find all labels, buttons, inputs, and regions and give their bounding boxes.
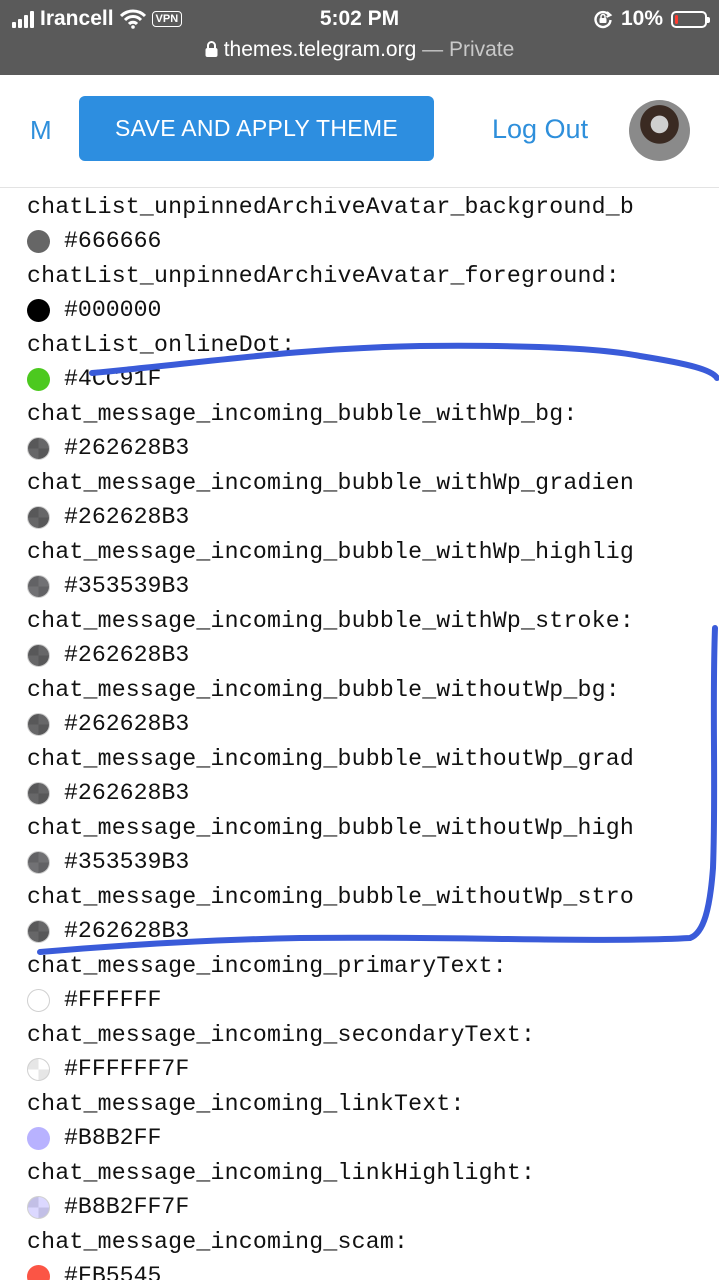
color-entry[interactable]: chat_message_incoming_primaryText: #FFFFF… — [27, 947, 719, 1016]
color-swatch[interactable] — [27, 505, 50, 529]
app-header: M SAVE AND APPLY THEME Log Out — [0, 75, 719, 188]
status-right: 10% — [593, 7, 710, 31]
color-key-label: chatList_unpinnedArchiveAvatar_foregroun… — [27, 263, 620, 289]
color-entry[interactable]: chat_message_incoming_bubble_withoutWp_b… — [27, 671, 719, 740]
browser-top-bar: Irancell VPN 5:02 PM 10% themes.telegram… — [0, 0, 719, 75]
color-value[interactable]: #4CC91F — [27, 366, 161, 392]
color-hex-value: #262628B3 — [64, 918, 190, 944]
lock-icon — [205, 41, 218, 57]
battery-icon — [671, 10, 710, 28]
brand-link[interactable]: M — [30, 115, 52, 146]
color-hex-value: #353539B3 — [64, 573, 190, 599]
color-swatch[interactable] — [27, 229, 50, 253]
color-key-label: chat_message_incoming_bubble_withoutWp_h… — [27, 815, 634, 841]
color-swatch[interactable] — [27, 436, 50, 460]
color-value[interactable]: #B8B2FF — [27, 1125, 161, 1151]
battery-level — [675, 14, 678, 24]
color-entry[interactable]: chat_message_incoming_bubble_withWp_grad… — [27, 464, 719, 533]
color-entry[interactable]: chat_message_incoming_linkHighlight: #B8B… — [27, 1154, 719, 1223]
color-hex-value: #FB5545 — [64, 1263, 162, 1280]
color-hex-value: #262628B3 — [64, 642, 190, 668]
color-value[interactable]: #FFFFFF7F — [27, 1056, 189, 1082]
color-value[interactable]: #353539B3 — [27, 849, 189, 875]
color-value[interactable]: #262628B3 — [27, 642, 189, 668]
color-key-label: chat_message_incoming_bubble_withoutWp_b… — [27, 677, 620, 703]
color-entry[interactable]: chat_message_incoming_bubble_withWp_bg: #… — [27, 395, 719, 464]
color-key-label: chatList_unpinnedArchiveAvatar_backgroun… — [27, 194, 634, 220]
color-swatch[interactable] — [27, 574, 50, 598]
color-entry[interactable]: chat_message_incoming_bubble_withWp_high… — [27, 533, 719, 602]
color-key-label: chat_message_incoming_primaryText: — [27, 953, 507, 979]
color-key-label: chatList_onlineDot: — [27, 332, 296, 358]
color-swatch[interactable] — [27, 1195, 50, 1219]
color-swatch[interactable] — [27, 781, 50, 805]
color-entry[interactable]: chat_message_incoming_linkText: #B8B2FF — [27, 1085, 719, 1154]
color-swatch[interactable] — [27, 919, 50, 943]
color-hex-value: #4CC91F — [64, 366, 162, 392]
color-swatch[interactable] — [27, 298, 50, 322]
status-bar: Irancell VPN 5:02 PM 10% — [0, 0, 719, 38]
url-host: themes.telegram.org — [223, 38, 417, 61]
color-swatch[interactable] — [27, 367, 50, 391]
color-hex-value: #666666 — [64, 228, 162, 254]
color-swatch[interactable] — [27, 712, 50, 736]
color-entry[interactable]: chatList_unpinnedArchiveAvatar_foregroun… — [27, 257, 719, 326]
color-value[interactable]: #FFFFFF — [27, 987, 161, 1013]
color-value[interactable]: #262628B3 — [27, 918, 189, 944]
color-key-label: chat_message_incoming_bubble_withWp_stro… — [27, 608, 634, 634]
color-entry[interactable]: chat_message_incoming_bubble_withoutWp_h… — [27, 809, 719, 878]
color-key-label: chat_message_incoming_bubble_withWp_high… — [27, 539, 634, 565]
color-hex-value: #262628B3 — [64, 504, 190, 530]
color-value[interactable]: #666666 — [27, 228, 161, 254]
color-value[interactable]: #262628B3 — [27, 504, 189, 530]
color-value[interactable]: #262628B3 — [27, 780, 189, 806]
color-swatch[interactable] — [27, 850, 50, 874]
color-swatch[interactable] — [27, 643, 50, 667]
color-value[interactable]: #000000 — [27, 297, 161, 323]
color-hex-value: #262628B3 — [64, 711, 190, 737]
color-value[interactable]: #B8B2FF7F — [27, 1194, 189, 1220]
rotation-lock-icon — [594, 10, 613, 29]
color-hex-value: #353539B3 — [64, 849, 190, 875]
color-entry[interactable]: chat_message_incoming_scam: #FB5545 — [27, 1223, 719, 1280]
color-entry[interactable]: chatList_unpinnedArchiveAvatar_backgroun… — [27, 188, 719, 257]
color-swatch[interactable] — [27, 1126, 50, 1150]
color-swatch[interactable] — [27, 988, 50, 1012]
color-entry[interactable]: chat_message_incoming_secondaryText: #FFF… — [27, 1016, 719, 1085]
battery-percent: 10% — [620, 7, 663, 30]
color-key-label: chat_message_incoming_linkText: — [27, 1091, 465, 1117]
color-key-label: chat_message_incoming_scam: — [27, 1229, 409, 1255]
color-value[interactable]: #262628B3 — [27, 435, 189, 461]
color-hex-value: #FFFFFF — [64, 987, 162, 1013]
color-key-label: chat_message_incoming_bubble_withoutWp_g… — [27, 746, 634, 772]
color-key-label: chat_message_incoming_linkHighlight: — [27, 1160, 536, 1186]
color-swatch[interactable] — [27, 1057, 50, 1081]
color-hex-value: #262628B3 — [64, 780, 190, 806]
color-key-label: chat_message_incoming_secondaryText: — [27, 1022, 536, 1048]
url-bar[interactable]: themes.telegram.org — Private — [0, 38, 719, 68]
color-key-label: chat_message_incoming_bubble_withWp_bg: — [27, 401, 578, 427]
theme-color-list: chatList_unpinnedArchiveAvatar_backgroun… — [0, 188, 719, 1280]
color-hex-value: #262628B3 — [64, 435, 190, 461]
color-value[interactable]: #353539B3 — [27, 573, 189, 599]
color-key-label: chat_message_incoming_bubble_withoutWp_s… — [27, 884, 634, 910]
url-separator: — — [416, 38, 449, 61]
color-value[interactable]: #262628B3 — [27, 711, 189, 737]
color-entry[interactable]: chat_message_incoming_bubble_withoutWp_s… — [27, 878, 719, 947]
color-hex-value: #B8B2FF — [64, 1125, 162, 1151]
save-and-apply-theme-button[interactable]: SAVE AND APPLY THEME — [79, 96, 434, 161]
log-out-link[interactable]: Log Out — [492, 114, 588, 145]
color-swatch[interactable] — [27, 1264, 50, 1280]
private-label: Private — [448, 38, 515, 61]
avatar[interactable] — [629, 100, 690, 161]
color-hex-value: #000000 — [64, 297, 162, 323]
color-hex-value: #FFFFFF7F — [64, 1056, 190, 1082]
color-entry[interactable]: chat_message_incoming_bubble_withWp_stro… — [27, 602, 719, 671]
color-entry[interactable]: chat_message_incoming_bubble_withoutWp_g… — [27, 740, 719, 809]
color-hex-value: #B8B2FF7F — [64, 1194, 190, 1220]
color-key-label: chat_message_incoming_bubble_withWp_grad… — [27, 470, 634, 496]
color-value[interactable]: #FB5545 — [27, 1263, 161, 1280]
color-entry[interactable]: chatList_onlineDot: #4CC91F — [27, 326, 719, 395]
